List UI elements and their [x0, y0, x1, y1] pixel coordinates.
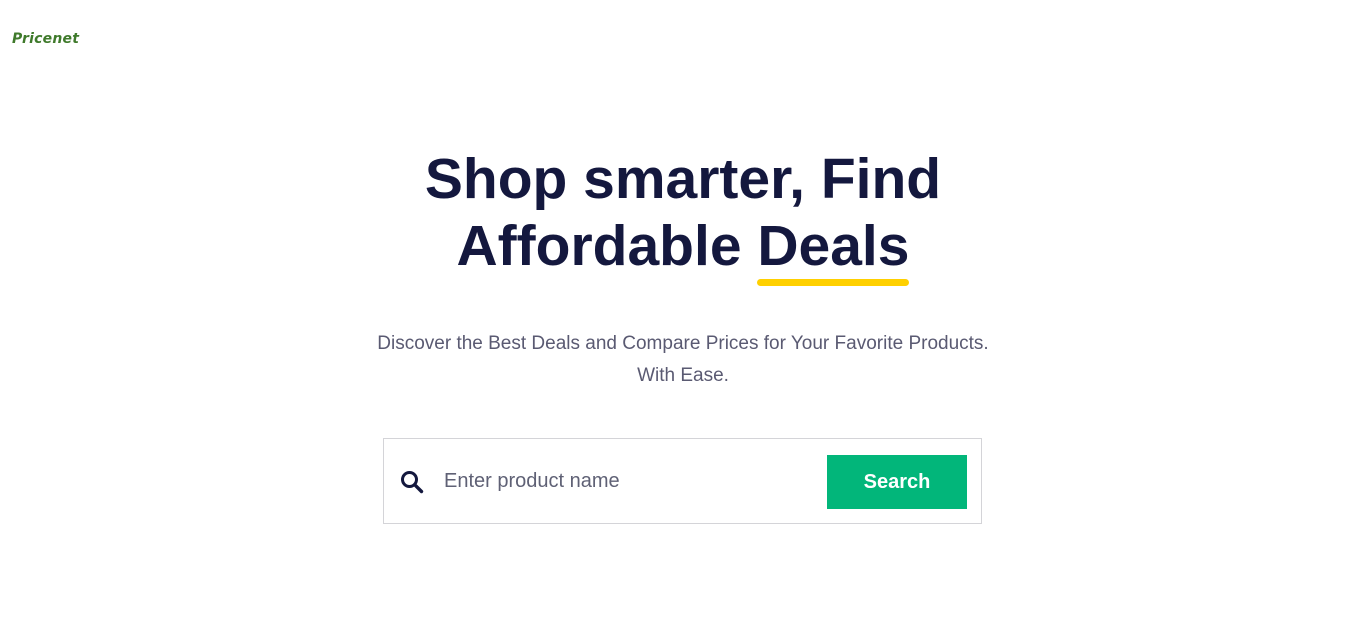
hero-subtitle: Discover the Best Deals and Compare Pric…	[0, 328, 1366, 392]
hero-title-line2: Affordable Deals	[0, 213, 1366, 286]
search-icon	[400, 470, 424, 494]
subtitle-line2: With Ease.	[637, 365, 729, 386]
hero-title-line1: Shop smarter, Find	[424, 147, 942, 211]
hero-title-highlight: Deals	[757, 213, 910, 286]
page: Pricenet Shop smarter, Find Affordable D…	[0, 0, 1366, 629]
highlight-underline	[757, 279, 910, 286]
search-button[interactable]: Search	[827, 455, 967, 509]
search-bar: Search	[383, 438, 982, 524]
search-input[interactable]	[444, 461, 814, 501]
hero-highlight-word: Deals	[757, 214, 910, 278]
hero-title-prefix: Affordable	[456, 214, 742, 278]
brand-logo[interactable]: Pricenet	[12, 31, 79, 47]
subtitle-line1: Discover the Best Deals and Compare Pric…	[377, 333, 989, 354]
hero-title: Shop smarter, Find Affordable Deals	[0, 146, 1366, 286]
